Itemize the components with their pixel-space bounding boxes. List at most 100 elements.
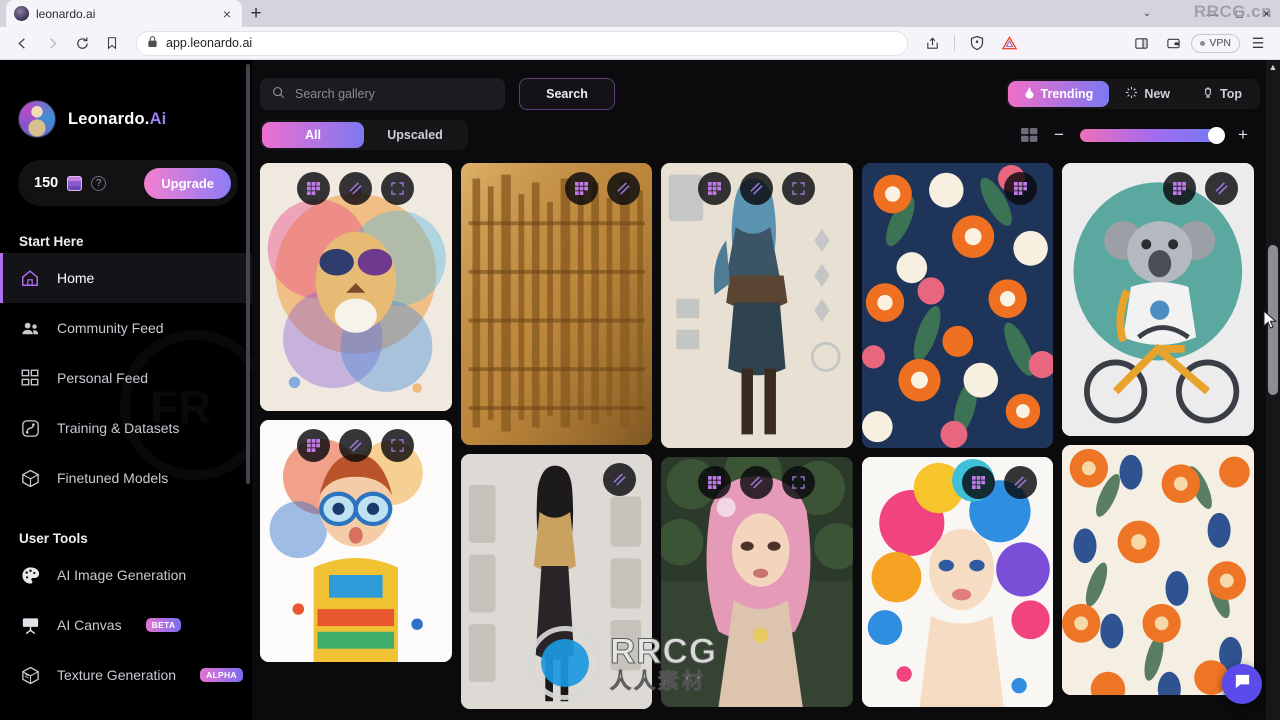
brave-leo-icon[interactable] — [995, 29, 1023, 57]
remix-icon[interactable] — [1004, 172, 1038, 205]
browser-tab[interactable]: leonardo.ai × — [6, 0, 242, 27]
toolbar-row-filters: All Upscaled − + — [260, 120, 1260, 150]
sidebar-item-ai-canvas[interactable]: AI Canvas BETA — [0, 600, 252, 650]
zoom-controls: − + — [1021, 125, 1260, 145]
feed-option-label: Trending — [1040, 87, 1094, 101]
zoom-slider[interactable] — [1080, 126, 1225, 144]
minimize-button[interactable]: — — [1199, 0, 1226, 27]
vpn-button[interactable]: VPN — [1191, 33, 1240, 53]
image-gallery[interactable] — [260, 163, 1266, 720]
sidebar-item-ai-image-generation[interactable]: AI Image Generation — [0, 550, 252, 600]
brand[interactable]: Leonardo.Ai — [0, 60, 252, 138]
browser-menu-icon[interactable]: ☰ — [1244, 29, 1272, 57]
lock-icon — [147, 35, 158, 51]
leonardo-app: FR Leonardo.Ai 150 ? Upgrade Start Here … — [0, 60, 1280, 720]
search-box[interactable] — [260, 78, 505, 110]
diagonal-lines-icon[interactable] — [607, 172, 641, 205]
easel-icon — [19, 614, 41, 636]
sidebar-item-community-feed[interactable]: Community Feed — [0, 303, 252, 353]
remix-icon[interactable] — [1162, 172, 1196, 205]
address-bar[interactable]: app.leonardo.ai — [136, 30, 909, 56]
remix-icon[interactable] — [297, 429, 331, 462]
gallery-card[interactable] — [260, 163, 452, 411]
brand-suffix: Ai — [149, 109, 167, 128]
gallery-card[interactable] — [661, 457, 853, 707]
feed-option-top[interactable]: Top — [1186, 81, 1258, 107]
sidebar-item-home[interactable]: Home — [0, 253, 252, 303]
filter-option-upscaled[interactable]: Upscaled — [364, 122, 466, 148]
zoom-slider-knob[interactable] — [1208, 126, 1225, 144]
chevron-down-icon[interactable]: ⌄ — [1136, 0, 1158, 27]
feed-option-new[interactable]: New — [1109, 81, 1186, 107]
people-icon — [19, 317, 41, 339]
bookmark-icon[interactable] — [98, 29, 126, 57]
diagonal-lines-icon[interactable] — [603, 463, 637, 496]
gallery-card[interactable] — [661, 163, 853, 448]
page-scrollbar[interactable]: ▲ — [1266, 60, 1280, 720]
brave-wallet-icon[interactable] — [1159, 29, 1187, 57]
share-icon[interactable] — [918, 29, 946, 57]
credits-amount: 150 — [34, 175, 59, 191]
brave-shields-icon[interactable] — [963, 29, 991, 57]
search-button[interactable]: Search — [519, 78, 615, 110]
card-actions — [260, 429, 452, 462]
card-actions — [661, 172, 853, 205]
sidebar-panel-icon[interactable] — [1127, 29, 1155, 57]
texture-cube-icon — [19, 664, 41, 686]
gallery-image — [661, 457, 853, 707]
chat-widget-button[interactable] — [1222, 664, 1262, 704]
sidebar-item-personal-feed[interactable]: Personal Feed — [0, 353, 252, 403]
upgrade-button[interactable]: Upgrade — [144, 167, 231, 199]
sidebar-item-training-datasets[interactable]: Training & Datasets — [0, 403, 252, 453]
scroll-up-arrow-icon[interactable]: ▲ — [1266, 62, 1280, 72]
expand-icon[interactable] — [381, 429, 415, 462]
card-actions — [1062, 172, 1254, 205]
page-scrollbar-thumb[interactable] — [1268, 245, 1278, 395]
expand-icon[interactable] — [782, 172, 816, 205]
gallery-card[interactable] — [460, 163, 653, 445]
sparkle-icon — [1125, 86, 1138, 102]
filter-option-all[interactable]: All — [262, 122, 364, 148]
diagonal-lines-icon[interactable] — [740, 172, 774, 205]
diagonal-lines-icon[interactable] — [1004, 466, 1038, 499]
diagonal-lines-icon[interactable] — [1204, 172, 1238, 205]
zoom-slider-track — [1080, 128, 1222, 142]
remix-icon[interactable] — [698, 466, 732, 499]
gallery-card[interactable] — [460, 454, 653, 709]
gallery-card[interactable] — [861, 457, 1054, 707]
expand-icon[interactable] — [782, 466, 816, 499]
close-icon[interactable]: × — [220, 7, 234, 21]
gallery-image — [460, 163, 653, 445]
remix-icon[interactable] — [297, 172, 331, 205]
gallery-card[interactable] — [260, 420, 452, 662]
tab-title: leonardo.ai — [36, 6, 96, 21]
grid-layout-icon[interactable] — [1021, 127, 1038, 143]
zoom-out-button[interactable]: − — [1052, 125, 1066, 145]
flame-icon — [1024, 86, 1035, 102]
diagonal-lines-icon[interactable] — [339, 429, 373, 462]
remix-icon[interactable] — [698, 172, 732, 205]
remix-icon[interactable] — [565, 172, 599, 205]
search-input[interactable] — [295, 87, 493, 101]
gallery-card[interactable] — [1062, 445, 1254, 695]
url-text: app.leonardo.ai — [166, 36, 253, 50]
diagonal-lines-icon[interactable] — [339, 172, 373, 205]
sidebar-item-texture-generation[interactable]: Texture Generation ALPHA — [0, 650, 252, 700]
remix-icon[interactable] — [962, 466, 996, 499]
sidebar-scrollbar[interactable] — [246, 64, 250, 484]
sidebar-item-label: Home — [57, 270, 95, 286]
gallery-card[interactable] — [861, 163, 1054, 448]
gallery-card[interactable] — [1062, 163, 1254, 436]
diagonal-lines-icon[interactable] — [740, 466, 774, 499]
question-mark-icon[interactable]: ? — [91, 175, 107, 191]
feed-option-trending[interactable]: Trending — [1007, 81, 1110, 107]
toolbar-divider — [954, 35, 956, 51]
maximize-button[interactable]: □ — [1226, 0, 1253, 27]
window-close-button[interactable]: ✕ — [1253, 0, 1280, 27]
expand-icon[interactable] — [381, 172, 415, 205]
zoom-in-button[interactable]: + — [1236, 125, 1250, 145]
sidebar-item-finetuned-models[interactable]: Finetuned Models — [0, 453, 252, 503]
new-tab-button[interactable]: + — [242, 0, 270, 27]
reload-icon[interactable] — [68, 29, 96, 57]
back-icon[interactable] — [8, 29, 36, 57]
